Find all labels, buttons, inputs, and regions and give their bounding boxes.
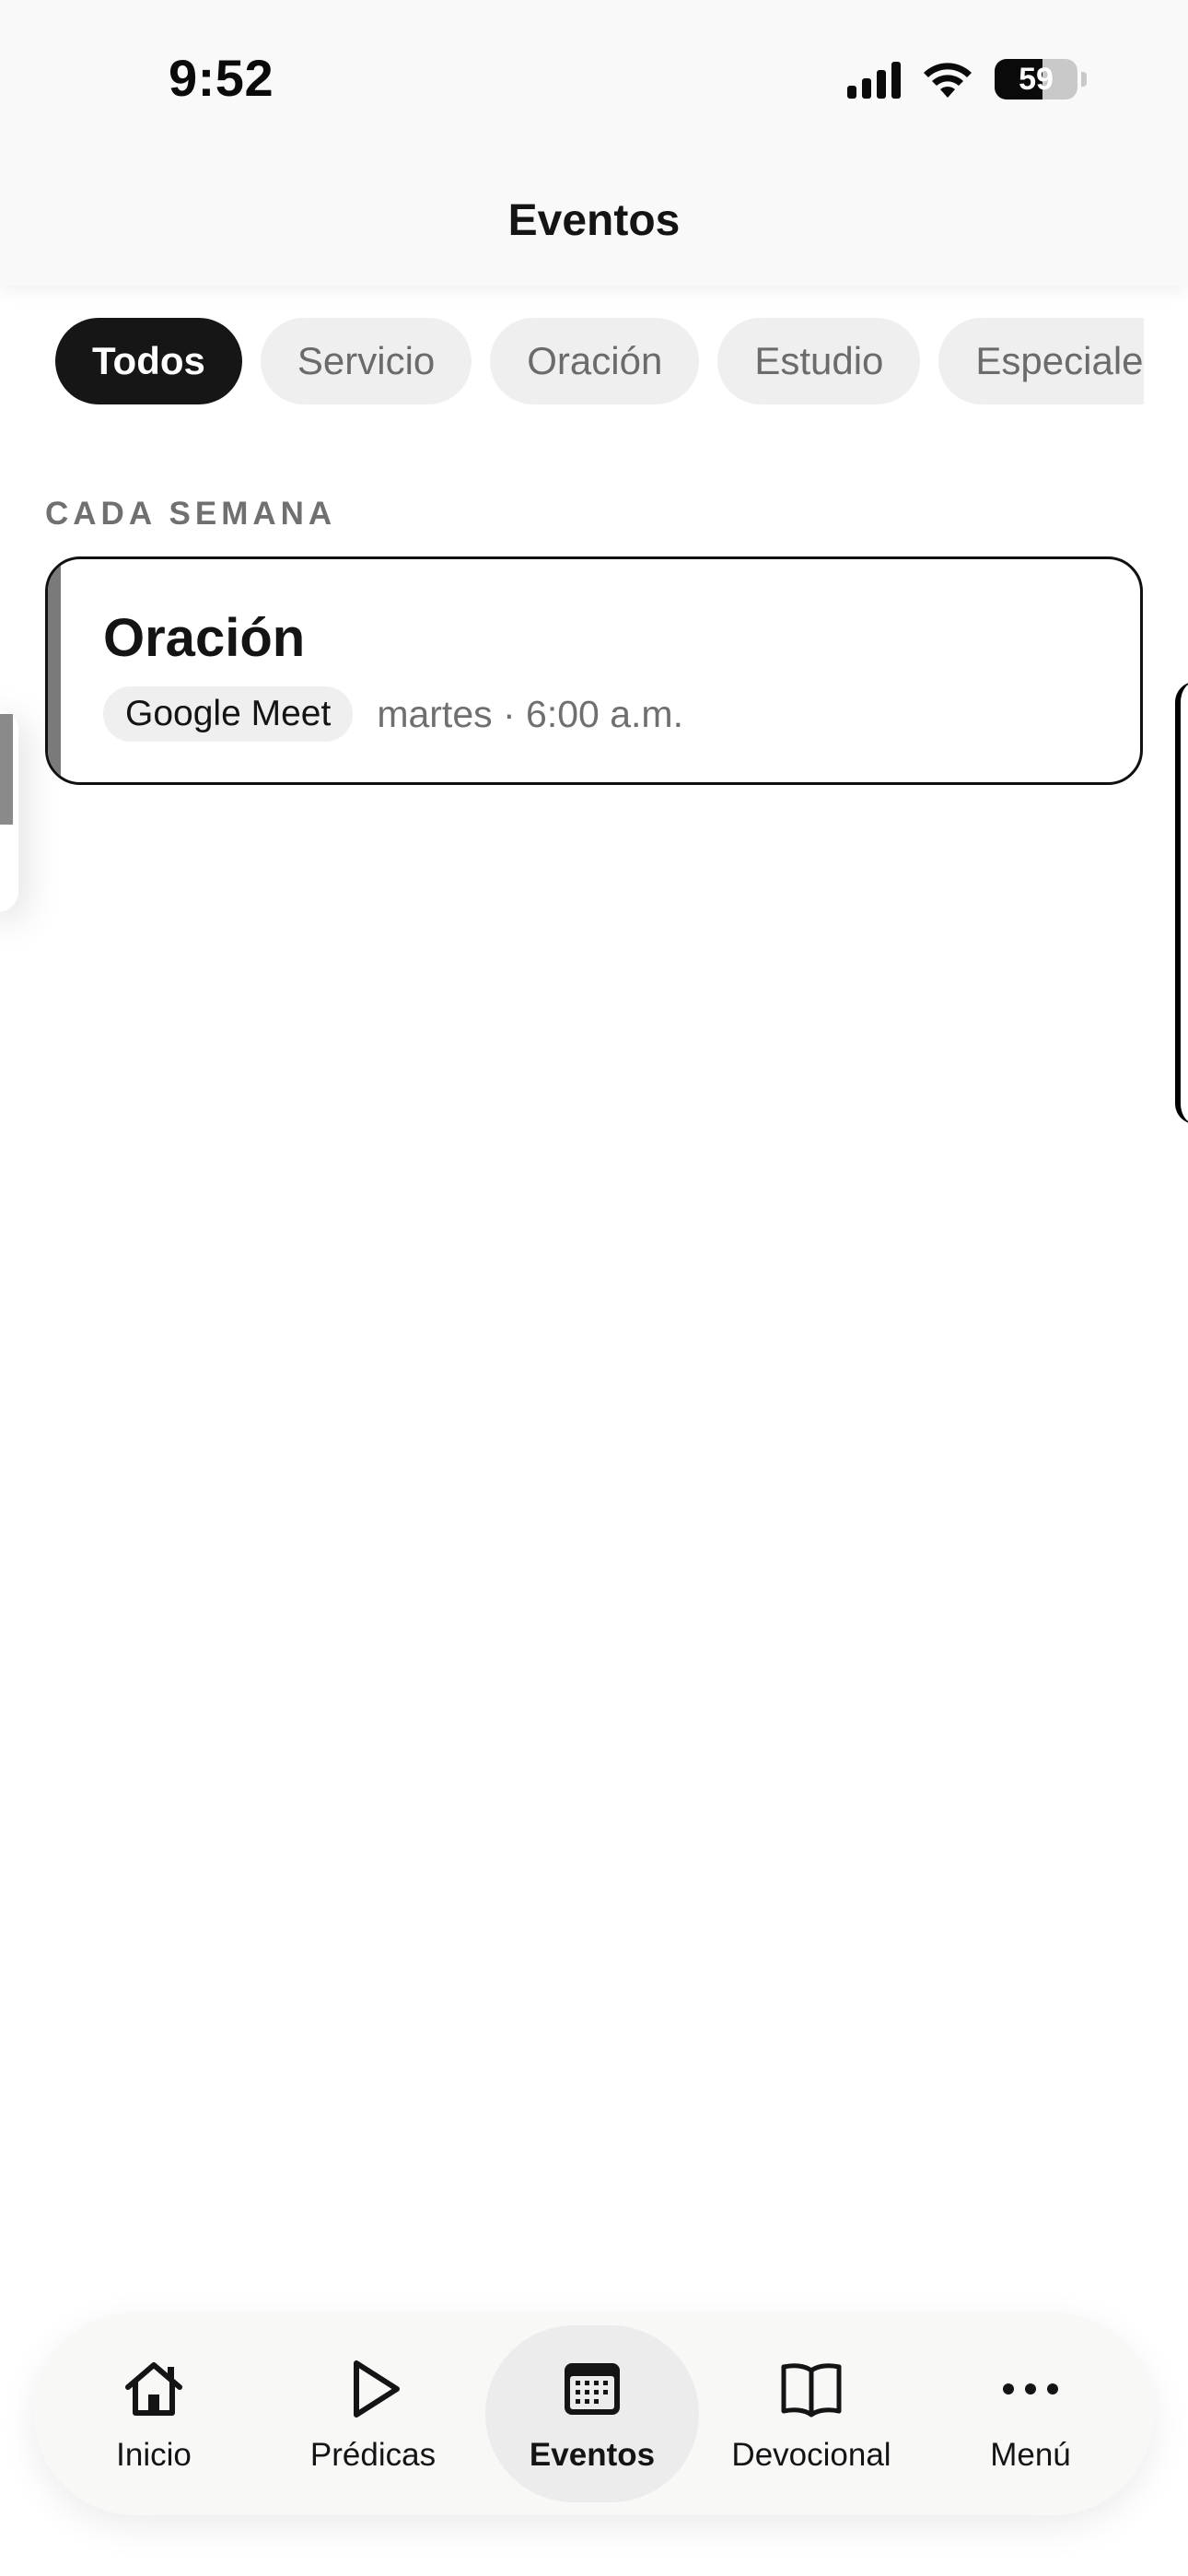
home-icon bbox=[125, 2362, 182, 2416]
battery-level: 59 bbox=[1019, 61, 1054, 97]
platform-badge: Google Meet bbox=[103, 686, 354, 742]
tab-predicas[interactable]: Prédicas bbox=[266, 2325, 480, 2502]
filter-chip-oracion[interactable]: Oración bbox=[490, 318, 700, 404]
events-screen: 9:52 59 Eventos Todos Servicio Oración E… bbox=[0, 0, 1188, 2576]
tab-devocional[interactable]: Devocional bbox=[705, 2325, 918, 2502]
battery-icon: 59 bbox=[995, 59, 1077, 100]
tab-label-eventos: Eventos bbox=[529, 2437, 656, 2473]
tab-menu[interactable]: Menú bbox=[924, 2325, 1137, 2502]
bottom-tab-bar: Inicio Prédicas Eventos Devocional Menú bbox=[34, 2313, 1154, 2515]
battery-cap bbox=[1081, 72, 1087, 87]
event-card[interactable]: Oración Google Meet martes · 6:00 a.m. bbox=[45, 556, 1143, 785]
calendar-icon bbox=[565, 2363, 620, 2415]
event-card-accent bbox=[48, 559, 61, 782]
tab-label-predicas: Prédicas bbox=[309, 2437, 437, 2473]
filter-chip-especiales[interactable]: Especiales bbox=[938, 318, 1144, 404]
filter-chip-estudio[interactable]: Estudio bbox=[717, 318, 921, 404]
cellular-signal-icon bbox=[847, 60, 901, 99]
tab-inicio[interactable]: Inicio bbox=[47, 2325, 261, 2502]
status-icons: 59 bbox=[847, 57, 1087, 101]
status-time: 9:52 bbox=[169, 49, 274, 107]
wifi-icon bbox=[924, 63, 972, 98]
right-edge-peek bbox=[1175, 682, 1188, 1124]
filter-chips[interactable]: Todos Servicio Oración Estudio Especiale… bbox=[55, 318, 1144, 404]
event-meta: Google Meet martes · 6:00 a.m. bbox=[103, 686, 683, 742]
more-icon bbox=[1003, 2383, 1058, 2395]
event-title: Oración bbox=[103, 608, 306, 668]
side-drawer-accent bbox=[0, 714, 13, 825]
section-label: CADA SEMANA bbox=[45, 496, 337, 532]
filter-chip-servicio[interactable]: Servicio bbox=[260, 318, 472, 404]
tab-eventos[interactable]: Eventos bbox=[485, 2325, 699, 2502]
event-schedule: martes · 6:00 a.m. bbox=[377, 692, 683, 735]
tab-label-menu: Menú bbox=[990, 2437, 1071, 2473]
tab-label-inicio: Inicio bbox=[116, 2437, 192, 2473]
book-icon bbox=[781, 2363, 842, 2418]
filter-chip-todos[interactable]: Todos bbox=[55, 318, 242, 404]
page-title: Eventos bbox=[507, 196, 681, 245]
top-header: 9:52 59 Eventos bbox=[0, 0, 1188, 286]
play-icon bbox=[354, 2360, 400, 2418]
tab-label-devocional: Devocional bbox=[731, 2437, 891, 2473]
